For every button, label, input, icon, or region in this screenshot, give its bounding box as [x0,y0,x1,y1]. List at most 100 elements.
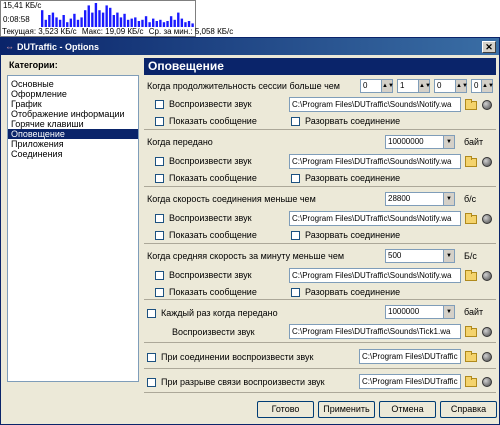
ok-button[interactable]: Готово [257,401,314,418]
traffic-bar [144,16,148,27]
play-sound-checkbox[interactable]: Воспроизвести звук [155,213,252,223]
speed-less-group: Когда скорость соединения меньше чем 288… [144,190,496,244]
category-item[interactable]: Соединения [8,149,138,159]
traffic-bar [44,19,47,27]
play-sound-icon[interactable] [482,327,492,337]
category-item[interactable]: Отображение информации [8,109,138,119]
category-item[interactable]: Горячие клавиши [8,119,138,129]
traffic-bar [109,7,112,27]
categories-heading: Категории: [9,60,58,70]
traffic-bar [112,15,116,27]
each-transfer-select[interactable]: 1000000 ▼ [385,305,455,319]
traffic-bar [94,3,98,27]
traffic-bar [101,12,105,27]
on-disconnect-checkbox[interactable]: При разрыве связи воспроизвести звук [147,377,325,387]
play-sound-label: Воспроизвести звук [172,327,255,337]
help-button[interactable]: Справка [440,401,497,418]
show-message-checkbox[interactable]: Показать сообщение [155,230,257,240]
traffic-bar [126,19,130,27]
traffic-bar [87,5,90,27]
play-sound-icon[interactable] [482,352,492,362]
minutes-tens-spinner[interactable]: 1 ▲▼ [397,79,431,93]
hours-spinner[interactable]: 0 ▲▼ [360,79,394,93]
unit-label: байт [464,307,484,317]
traffic-stats: Текущая: 3,523 КБ/с Макс: 19,09 КБ/с Ср.… [2,27,236,36]
options-window: ⇔ DUTraffic - Options ✕ Категории: Основ… [0,37,500,425]
app-logo-icon: ⇔ [5,41,14,52]
sound-path-input[interactable]: C:\Program Files\DUTraffic [359,349,461,364]
cancel-button[interactable]: Отмена [379,401,436,418]
traffic-bar [119,17,123,27]
traffic-bar [69,18,73,27]
show-message-checkbox[interactable]: Показать сообщение [155,287,257,297]
categories-list[interactable]: Основные Оформление График Отображение и… [7,75,139,382]
folder-open-icon[interactable] [465,351,477,362]
category-item[interactable]: График [8,99,138,109]
folder-open-icon[interactable] [465,326,477,337]
disconnect-checkbox[interactable]: Разорвать соединение [291,287,400,297]
apply-button[interactable]: Применить [318,401,375,418]
sound-path-input[interactable]: C:\Program Files\DUTraffic [359,374,461,389]
close-button[interactable]: ✕ [482,41,496,53]
speed-select[interactable]: 28800 ▼ [385,192,455,206]
speed-label: 15,41 КБ/с [3,1,42,10]
disconnect-checkbox[interactable]: Разорвать соединение [291,230,400,240]
disconnect-checkbox[interactable]: Разорвать соединение [291,173,400,183]
show-message-checkbox[interactable]: Показать сообщение [155,116,257,126]
transferred-group: Когда передано 10000000 ▼ байт Воспроизве… [144,133,496,187]
traffic-bar [73,13,76,27]
sound-path-input[interactable]: C:\Program Files\DUTraffic\Sounds\Notify… [289,268,461,283]
each-transfer-checkbox[interactable]: Каждый раз когда передано [147,308,278,318]
on-connect-checkbox[interactable]: При соединении воспроизвести звук [147,352,313,362]
sound-path-input[interactable]: C:\Program Files\DUTraffic\Sounds\Notify… [289,211,461,226]
folder-open-icon[interactable] [465,376,477,387]
traffic-bar [91,12,94,27]
folder-open-icon[interactable] [465,156,477,167]
folder-open-icon[interactable] [465,213,477,224]
seconds-spinner[interactable]: 0 ▲▼ [471,79,494,93]
sound-path-input[interactable]: C:\Program Files\DUTraffic\Sounds\Notify… [289,154,461,169]
folder-open-icon[interactable] [465,99,477,110]
title-bar[interactable]: ⇔ DUTraffic - Options ✕ [1,38,499,55]
play-sound-icon[interactable] [482,100,492,110]
transferred-select[interactable]: 10000000 ▼ [385,135,455,149]
group-title: Когда средняя скорость за минуту меньше … [147,251,345,261]
show-message-checkbox[interactable]: Показать сообщение [155,173,257,183]
session-duration-group: Когда продолжительность сессии больше че… [144,78,496,130]
time-label: 0:08:58 [3,15,30,24]
play-sound-checkbox[interactable]: Воспроизвести звук [155,99,252,109]
traffic-widget: 15,41 КБ/с 0:08:58 Текущая: 3,523 КБ/с М… [0,0,233,37]
traffic-graph [41,3,194,27]
section-title: Оповещение [144,58,496,75]
category-item-selected[interactable]: Оповещение [8,129,138,139]
traffic-bar [58,19,62,27]
traffic-bar [55,17,58,27]
stats-max: Макс: 19,09 КБ/с [81,27,144,36]
group-title: Когда продолжительность сессии больше че… [147,81,340,91]
category-item[interactable]: Основные [8,79,138,89]
play-sound-checkbox[interactable]: Воспроизвести звук [155,270,252,280]
play-sound-icon[interactable] [482,271,492,281]
traffic-bar [116,12,119,27]
traffic-bar [123,13,126,27]
traffic-bar [130,18,133,27]
group-title: Когда передано [147,137,213,147]
play-sound-icon[interactable] [482,377,492,387]
on-connect-group: При соединении воспроизвести звук C:\Pro… [144,345,496,369]
traffic-bar [62,15,65,27]
sound-path-input[interactable]: C:\Program Files\DUTraffic\Sounds\Tick1.… [289,324,461,339]
traffic-bar [83,10,87,27]
play-sound-icon[interactable] [482,157,492,167]
category-item[interactable]: Оформление [8,89,138,99]
traffic-bar [80,17,83,27]
folder-open-icon[interactable] [465,270,477,281]
play-sound-checkbox[interactable]: Воспроизвести звук [155,156,252,166]
avg-speed-select[interactable]: 500 ▼ [385,249,455,263]
play-sound-icon[interactable] [482,214,492,224]
each-transfer-group: Каждый раз когда передано 1000000 ▼ байт … [144,303,496,343]
minutes-spinner[interactable]: 0 ▲▼ [434,79,468,93]
traffic-bar [141,19,144,27]
sound-path-input[interactable]: C:\Program Files\DUTraffic\Sounds\Notify… [289,97,461,112]
disconnect-checkbox[interactable]: Разорвать соединение [291,116,400,126]
category-item[interactable]: Приложения [8,139,138,149]
